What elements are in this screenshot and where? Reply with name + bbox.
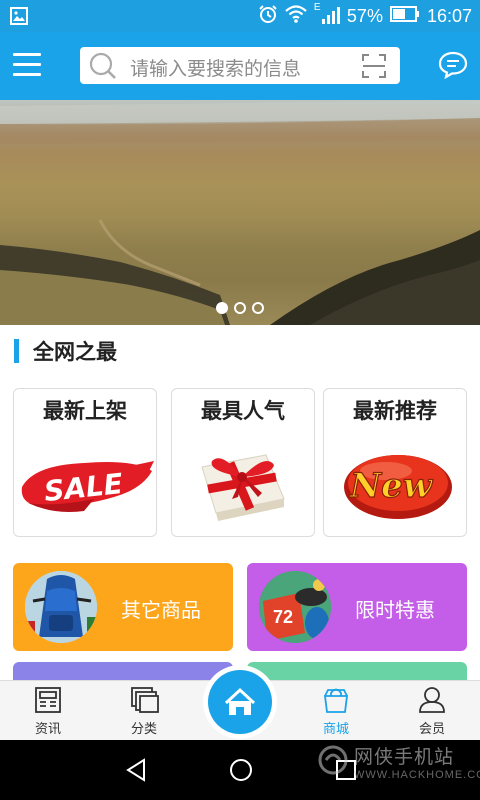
card-title: 最新推荐 [353, 399, 437, 423]
svg-text:72: 72 [273, 607, 293, 627]
tab-mall[interactable]: 商城 [296, 681, 376, 741]
new-badge-image: New [324, 437, 466, 527]
menu-icon[interactable] [13, 53, 41, 77]
home-circle-icon[interactable] [229, 758, 253, 786]
search-input[interactable]: 请输入要搜索的信息 [130, 54, 301, 81]
card-newest[interactable]: 最新上架 SALE [13, 388, 157, 537]
backpack-image [25, 571, 97, 643]
watermark-cn: 网侠手机站 [354, 746, 455, 768]
watermark: 网侠手机站 WWW.HACKHOME.COM [318, 742, 480, 781]
carousel-dot[interactable] [252, 302, 264, 314]
section-accent-bar [14, 339, 19, 363]
watermark-en: WWW.HACKHOME.COM [354, 769, 480, 781]
message-icon[interactable] [438, 51, 468, 83]
category-icon [130, 686, 159, 714]
tab-label: 分类 [130, 722, 157, 737]
tab-label: 资讯 [34, 722, 61, 737]
tab-member[interactable]: 会员 [392, 681, 472, 741]
card-popular[interactable]: 最具人气 [171, 388, 315, 537]
tab-label: 会员 [418, 722, 445, 737]
watermark-logo-icon [318, 745, 348, 779]
home-tab-button[interactable] [203, 665, 277, 739]
app-header: 请输入要搜索的信息 [0, 32, 480, 100]
sale-image: SALE [14, 437, 156, 527]
banner-carousel[interactable] [0, 100, 480, 325]
signal-icon: E [314, 2, 340, 26]
tab-label: 商城 [322, 722, 349, 737]
news-icon [34, 686, 62, 714]
card-recommended[interactable]: 最新推荐 New [323, 388, 467, 537]
wifi-icon [285, 4, 307, 28]
user-icon [418, 686, 446, 714]
tile-label: 限时特惠 [355, 598, 435, 622]
back-icon[interactable] [124, 758, 148, 786]
tile-other-goods[interactable]: 其它商品 [13, 563, 233, 651]
clock: 16:07 [426, 5, 472, 26]
banner-landscape-image [0, 100, 480, 325]
battery-icon [389, 5, 420, 27]
search-icon [88, 52, 120, 84]
new-text: New [349, 466, 434, 506]
network-type-label: E [313, 2, 321, 13]
app-screen: E 57% 16:07 请输入要搜索的信息 全网之最 最新上架 SALE 最具人… [0, 0, 480, 800]
section-title: 全网之最 [33, 340, 117, 364]
home-icon [208, 670, 272, 734]
alarm-icon [258, 4, 278, 29]
sale-text: SALE [43, 467, 125, 508]
tab-news[interactable]: 资讯 [8, 681, 88, 741]
battery-percent: 57% [346, 5, 383, 26]
gift-box-icon [172, 437, 314, 527]
card-title: 最具人气 [201, 399, 285, 423]
scan-icon[interactable] [362, 54, 386, 82]
section-header: 全网之最 [14, 338, 117, 364]
carousel-dot[interactable] [216, 302, 228, 314]
sports-gear-image: 72 [259, 571, 331, 643]
shopping-bag-icon [322, 686, 350, 714]
tile-limited-offer[interactable]: 72 限时特惠 [247, 563, 467, 651]
tile-label: 其它商品 [121, 598, 201, 622]
card-title: 最新上架 [43, 399, 127, 423]
carousel-dot[interactable] [234, 302, 246, 314]
gallery-icon [10, 7, 28, 29]
carousel-indicator [216, 302, 264, 314]
tab-category[interactable]: 分类 [104, 681, 184, 741]
search-bar[interactable]: 请输入要搜索的信息 [80, 47, 400, 84]
status-bar: E 57% 16:07 [0, 0, 480, 32]
